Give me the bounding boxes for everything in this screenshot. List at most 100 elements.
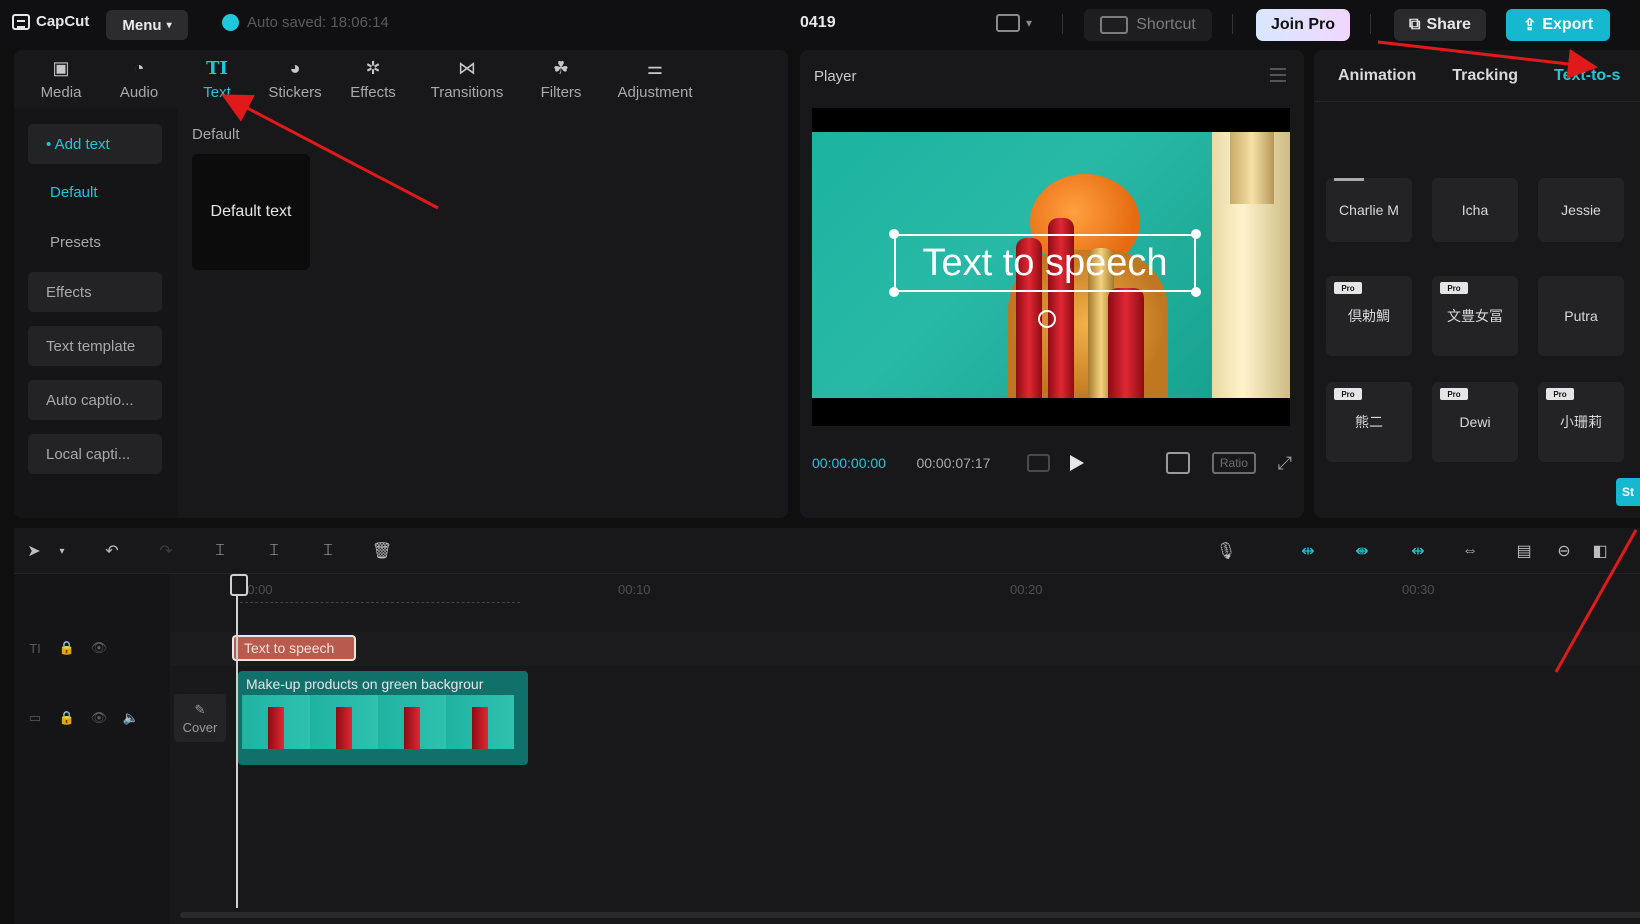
rotate-icon[interactable] <box>1038 310 1056 328</box>
video-clip[interactable]: Make-up products on green backgrour <box>238 671 528 765</box>
voice-option[interactable]: Pro Dewi <box>1432 382 1518 462</box>
magnet-snap-icon[interactable]: ⇼ <box>1348 541 1376 561</box>
timeline-panel: ➤ ▾ ↶ ↷ ⌶ ⌶ ⌶ 🗑 🎙 ⇹ ⇼ ⇹ ⇔ ▤ ⊖ ◧ TI 🔒 👁 ▭… <box>14 528 1640 924</box>
resize-handle[interactable] <box>889 287 899 297</box>
text-clip[interactable]: Text to speech <box>232 635 356 661</box>
start-reading-button[interactable]: St <box>1616 478 1640 506</box>
top-bar: CapCut Menu ▾ Auto saved: 18:06:14 0419 … <box>0 0 1640 48</box>
split-preview-icon[interactable]: ⇔ <box>1460 541 1480 561</box>
speaker-icon[interactable]: 🔈 <box>122 710 140 726</box>
menu-button[interactable]: Menu ▾ <box>106 10 188 40</box>
play-icon[interactable] <box>1070 455 1085 471</box>
sidebar-item-text-template[interactable]: Text template <box>28 326 162 366</box>
resize-handle[interactable] <box>1191 229 1201 239</box>
add-text-button[interactable]: • Add text <box>28 124 162 164</box>
divider <box>1062 14 1063 34</box>
redo-icon[interactable]: ↷ <box>156 541 176 561</box>
shortcut-button[interactable]: Shortcut <box>1084 9 1212 41</box>
tab-label: Audio <box>119 83 159 101</box>
filters-icon: ☘ <box>552 58 570 78</box>
tab-animation[interactable]: Animation <box>1338 67 1416 85</box>
tab-text-to-speech[interactable]: Text-to-s <box>1554 67 1620 85</box>
select-cursor-icon[interactable]: ➤ <box>24 541 44 561</box>
timeline-grid-icon[interactable] <box>1026 454 1051 472</box>
voice-option[interactable]: Pro 小珊莉 <box>1538 382 1624 462</box>
divider <box>1232 14 1233 34</box>
tab-effects[interactable]: ✲ Effects <box>334 50 412 108</box>
autosave-status: Auto saved: 18:06:14 <box>222 14 389 31</box>
link-main-track-icon[interactable]: ⇹ <box>1294 541 1322 561</box>
lipstick <box>1108 288 1144 398</box>
text-sidebar: • Add text Default Presets Effects Text … <box>14 108 178 518</box>
tab-filters[interactable]: ☘ Filters <box>522 50 600 108</box>
export-button[interactable]: ⇪ Export <box>1506 9 1610 41</box>
sidebar-item-local-captions[interactable]: Local capti... <box>28 434 162 474</box>
split-left-icon[interactable]: ⌶ <box>264 541 284 561</box>
tab-stickers[interactable]: ◕ Stickers <box>256 50 334 108</box>
zoom-out-icon[interactable]: ⊖ <box>1554 541 1574 561</box>
horizontal-scrollbar[interactable] <box>180 912 1640 918</box>
caption-icon[interactable]: ▤ <box>1514 541 1534 561</box>
tab-audio[interactable]: ◔ Audio <box>100 50 178 108</box>
lock-icon[interactable]: 🔒 <box>58 710 76 726</box>
selected-indicator <box>1334 178 1364 181</box>
eye-icon[interactable]: 👁 <box>90 710 108 726</box>
preview-canvas[interactable]: Text to speech <box>812 108 1290 426</box>
sidebar-item-default[interactable]: Default <box>28 172 162 212</box>
voice-option[interactable]: Pro 倶勅鯛 <box>1326 276 1412 356</box>
stickers-icon: ◕ <box>289 58 301 78</box>
layout-button[interactable]: ▾ <box>996 14 1032 32</box>
voice-label: Icha <box>1461 202 1489 218</box>
voice-label: Charlie M <box>1339 202 1399 218</box>
resize-handle[interactable] <box>889 229 899 239</box>
resize-handle[interactable] <box>1191 287 1201 297</box>
section-title: Default <box>192 126 240 143</box>
voice-label: 文豊女冨 <box>1447 308 1503 324</box>
lock-icon[interactable]: 🔒 <box>58 640 76 656</box>
video-thumbnail <box>310 695 378 749</box>
pro-badge: Pro <box>1334 282 1362 294</box>
tab-text[interactable]: TI Text <box>178 50 256 108</box>
time-ruler[interactable]: 00:00 00:10 00:20 00:30 <box>170 574 1640 604</box>
sidebar-item-auto-captions[interactable]: Auto captio... <box>28 380 162 420</box>
eye-icon[interactable]: 👁 <box>90 640 108 656</box>
fullscreen-icon[interactable]: ⤢ <box>1278 453 1292 474</box>
microphone-icon[interactable]: 🎙 <box>1216 541 1236 561</box>
sidebar-item-effects[interactable]: Effects <box>28 272 162 312</box>
split-right-icon[interactable]: ⌶ <box>318 541 338 561</box>
undo-icon[interactable]: ↶ <box>102 541 122 561</box>
tab-transitions[interactable]: ⋈ Transitions <box>412 50 522 108</box>
project-name[interactable]: 0419 <box>800 14 836 32</box>
default-text-card[interactable]: Default text <box>192 154 310 270</box>
chevron-down-icon[interactable]: ▾ <box>52 541 72 561</box>
fit-screen-icon[interactable] <box>1166 452 1191 474</box>
sidebar-item-presets[interactable]: Presets <box>28 222 162 262</box>
voice-option[interactable]: Jessie <box>1538 178 1624 242</box>
voice-option[interactable]: Charlie M <box>1326 178 1412 242</box>
text-icon: TI <box>206 58 228 79</box>
playhead[interactable] <box>230 574 248 908</box>
tab-adjustment[interactable]: ⚌ Adjustment <box>600 50 710 108</box>
ratio-button[interactable]: Ratio <box>1212 452 1256 474</box>
voice-option[interactable]: Pro 文豊女冨 <box>1432 276 1518 356</box>
join-pro-button[interactable]: Join Pro <box>1256 9 1350 41</box>
tab-media[interactable]: ▣ Media <box>22 50 100 108</box>
voice-label: 小珊莉 <box>1560 414 1602 430</box>
share-label: Share <box>1426 16 1471 33</box>
menu-icon[interactable] <box>1270 68 1286 82</box>
ruler-tick: 00:20 <box>1010 582 1043 597</box>
auto-snap-icon[interactable]: ⇹ <box>1404 541 1432 561</box>
text-overlay[interactable]: Text to speech <box>894 234 1196 292</box>
voice-option[interactable]: Putra <box>1538 276 1624 356</box>
split-icon[interactable]: ⌶ <box>210 541 230 561</box>
voice-option[interactable]: Icha <box>1432 178 1518 242</box>
delete-icon[interactable]: 🗑 <box>372 541 392 561</box>
zoom-slider-icon[interactable]: ◧ <box>1590 541 1610 561</box>
tab-tracking[interactable]: Tracking <box>1452 67 1518 85</box>
cover-button[interactable]: ✎ Cover <box>174 694 226 742</box>
share-button[interactable]: ⧉ Share <box>1394 9 1486 41</box>
voice-option[interactable]: Pro 熊二 <box>1326 382 1412 462</box>
ruler-marker-range <box>240 602 520 603</box>
tab-label: Effects <box>350 83 396 101</box>
properties-tabs: Animation Tracking Text-to-s <box>1314 50 1640 102</box>
